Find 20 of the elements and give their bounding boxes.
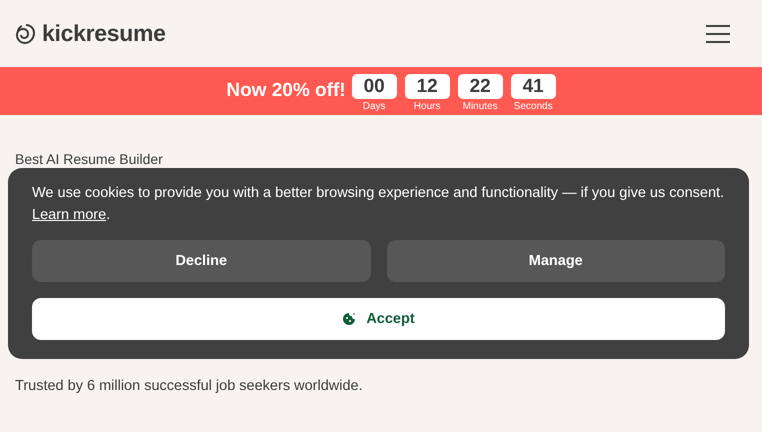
cookie-button[interactable]: Decline (32, 240, 370, 282)
promo-text: Now 20% off! (226, 80, 346, 102)
trust-text: Trusted by 6 million successful job seekers worldwide. (15, 378, 364, 394)
countdown-value: 12 (404, 74, 450, 99)
countdown-unit: Days (362, 101, 386, 112)
learn-more-link[interactable]: Learn more (32, 207, 106, 223)
countdown-value: 41 (510, 74, 556, 99)
cookie-button[interactable]: Manage (386, 240, 725, 282)
cookie-message: We use cookies to provide you with a better browsing experience and functionality — if you give us consent. Learn more. (32, 184, 725, 225)
countdown-value: 00 (352, 74, 397, 99)
countdown-unit: Hours (414, 101, 440, 112)
menu-icon[interactable] (706, 24, 730, 42)
countdown-unit: Minutes (462, 101, 498, 112)
logo-icon (14, 22, 38, 46)
accept-button[interactable]: Accept (32, 298, 725, 340)
tagline: Best AI Resume Builder (15, 151, 164, 167)
countdown-value: 22 (458, 74, 503, 99)
cookie-icon (342, 312, 356, 326)
countdown-unit: Seconds (514, 101, 553, 112)
logo-wordmark[interactable]: kickresume (42, 20, 166, 47)
